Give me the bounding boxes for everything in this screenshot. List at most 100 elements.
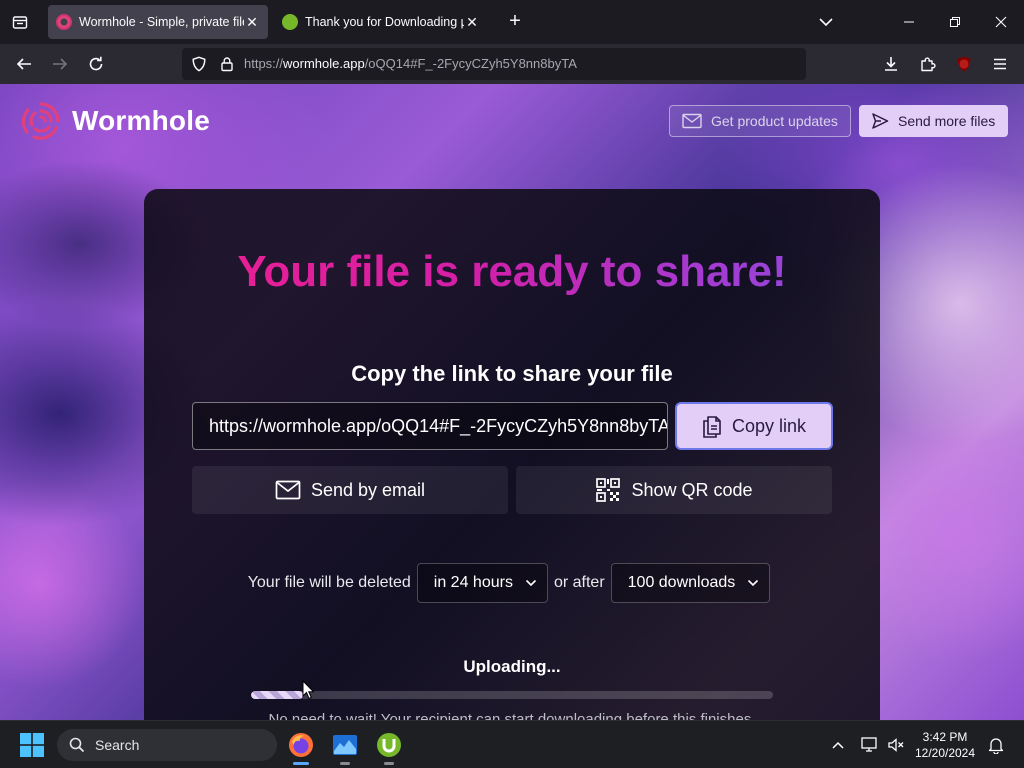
wormhole-favicon-icon: [56, 14, 72, 30]
button-label: Copy link: [731, 415, 807, 436]
tab-utorrent[interactable]: Thank you for Downloading µT ✕: [274, 5, 488, 39]
forward-button[interactable]: [46, 50, 74, 78]
show-qr-code-button[interactable]: Show QR code: [516, 466, 832, 514]
url-scheme: https://: [244, 56, 284, 71]
chevron-down-icon: [748, 579, 759, 587]
url-path: /oQQ14#F_-2FycyCZyh5Y8nn8byTA: [364, 56, 577, 71]
mail-icon: [682, 113, 702, 129]
page-title: Your file is ready to share!: [144, 247, 880, 297]
chevron-down-icon: [819, 18, 833, 27]
button-label: Send more files: [898, 113, 996, 129]
running-app-indicator: [340, 762, 350, 765]
close-icon: [995, 16, 1007, 28]
url-bar[interactable]: https://wormhole.app/oQQ14#F_-2FycyCZyh5…: [182, 48, 806, 80]
clock-time: 3:42 PM: [922, 730, 968, 744]
windows-taskbar: Search 3:42 PM 12/20/2024: [0, 720, 1024, 768]
active-app-indicator: [293, 762, 309, 765]
taskbar-clock[interactable]: 3:42 PM 12/20/2024: [914, 729, 976, 761]
padlock-icon[interactable]: [219, 56, 235, 72]
expiry-middle-text: or after: [553, 574, 605, 591]
chevron-up-icon: [832, 741, 844, 749]
downloads-button[interactable]: [877, 50, 905, 78]
tab-list-button[interactable]: [0, 0, 40, 44]
tab-list-icon: [12, 16, 28, 29]
expiry-settings: Your file will be deleted in 24 hours or…: [144, 563, 880, 603]
upload-note: No need to wait! Your recipient can star…: [268, 711, 756, 720]
firefox-icon: [289, 733, 313, 757]
upload-status: Uploading...: [463, 657, 561, 676]
download-icon: [885, 57, 897, 71]
show-hidden-icons-button[interactable]: [828, 735, 848, 755]
reload-icon: [89, 56, 103, 71]
get-product-updates-button[interactable]: Get product updates: [669, 105, 851, 137]
network-tray-button[interactable]: [860, 735, 880, 755]
network-icon: [861, 737, 877, 752]
photo-app-icon: [333, 735, 357, 755]
arrow-right-icon: [53, 58, 68, 70]
speaker-muted-icon: [888, 738, 904, 752]
qr-code-icon: [596, 478, 621, 502]
list-all-tabs-button[interactable]: [814, 11, 838, 33]
expiry-time-select[interactable]: in 24 hours: [416, 563, 548, 603]
utorrent-icon: [377, 733, 401, 757]
select-value: 100 downloads: [627, 574, 736, 591]
button-label: Get product updates: [711, 113, 838, 129]
mail-icon: [275, 480, 301, 500]
send-more-files-button[interactable]: Send more files: [859, 105, 1008, 137]
arrow-left-icon: [16, 58, 31, 70]
mouse-cursor-icon: [302, 680, 315, 700]
close-window-button[interactable]: [978, 0, 1024, 44]
share-card: Your file is ready to share! Copy the li…: [144, 189, 880, 720]
url-host: wormhole.app: [283, 56, 365, 71]
copy-link-button[interactable]: Copy link: [675, 402, 833, 450]
upload-progress-fill: [251, 691, 304, 699]
tab-title: Wormhole - Simple, private file: [79, 15, 244, 29]
restore-button[interactable]: [932, 0, 978, 44]
minimize-button[interactable]: [886, 0, 932, 44]
download-limit-select[interactable]: 100 downloads: [610, 563, 771, 603]
running-app-indicator: [384, 762, 394, 765]
minimize-icon: [904, 21, 914, 23]
expiry-prefix-text: Your file will be deleted: [247, 574, 411, 591]
utorrent-favicon-icon: [282, 14, 298, 30]
brand-name: Wormhole: [72, 105, 210, 136]
windows-start-icon[interactable]: [20, 733, 44, 757]
share-link-field[interactable]: https://wormhole.app/oQQ14#F_-2FycyCZyh5…: [192, 402, 668, 450]
tracking-protection-shield-icon[interactable]: [191, 56, 207, 72]
taskbar-app-2[interactable]: [329, 729, 361, 765]
send-icon: [872, 113, 889, 129]
upload-progress-bar: [251, 691, 773, 699]
app-menu-button[interactable]: [986, 50, 1014, 78]
copy-icon: [703, 416, 721, 438]
back-button[interactable]: [10, 50, 38, 78]
taskbar-utorrent[interactable]: [373, 729, 405, 765]
site-logo[interactable]: Wormhole: [20, 100, 210, 142]
close-tab-icon[interactable]: ✕: [464, 14, 480, 31]
button-label: Show QR code: [631, 479, 753, 500]
puzzle-icon: [921, 57, 936, 72]
ublock-origin-button[interactable]: [950, 50, 978, 78]
new-tab-button[interactable]: +: [503, 10, 527, 34]
close-tab-icon[interactable]: ✕: [244, 14, 260, 31]
notifications-button[interactable]: [986, 735, 1006, 755]
tab-wormhole[interactable]: Wormhole - Simple, private file ✕: [48, 5, 268, 39]
button-label: Send by email: [310, 479, 426, 500]
bell-icon: [988, 738, 1004, 754]
chevron-down-icon: [525, 579, 537, 587]
restore-icon: [950, 17, 960, 27]
search-label: Search: [95, 737, 140, 753]
url-text[interactable]: https://wormhole.app/oQQ14#F_-2FycyCZyh5…: [244, 56, 577, 71]
volume-tray-button[interactable]: [886, 735, 906, 755]
tab-title: Thank you for Downloading µT: [305, 15, 464, 29]
taskbar-search-box[interactable]: Search: [57, 729, 277, 761]
send-by-email-button[interactable]: Send by email: [192, 466, 508, 514]
wormhole-logo-icon: [21, 102, 60, 140]
reload-button[interactable]: [82, 50, 110, 78]
extensions-button[interactable]: [914, 50, 942, 78]
page-viewport: Wormhole Get product updates Send more f…: [0, 84, 1024, 720]
select-value: in 24 hours: [433, 574, 513, 591]
share-subheading: Copy the link to share your file: [351, 361, 673, 386]
ublock-shield-icon: [957, 56, 971, 72]
taskbar-firefox[interactable]: [285, 729, 317, 765]
hamburger-menu-icon: [994, 58, 1006, 70]
